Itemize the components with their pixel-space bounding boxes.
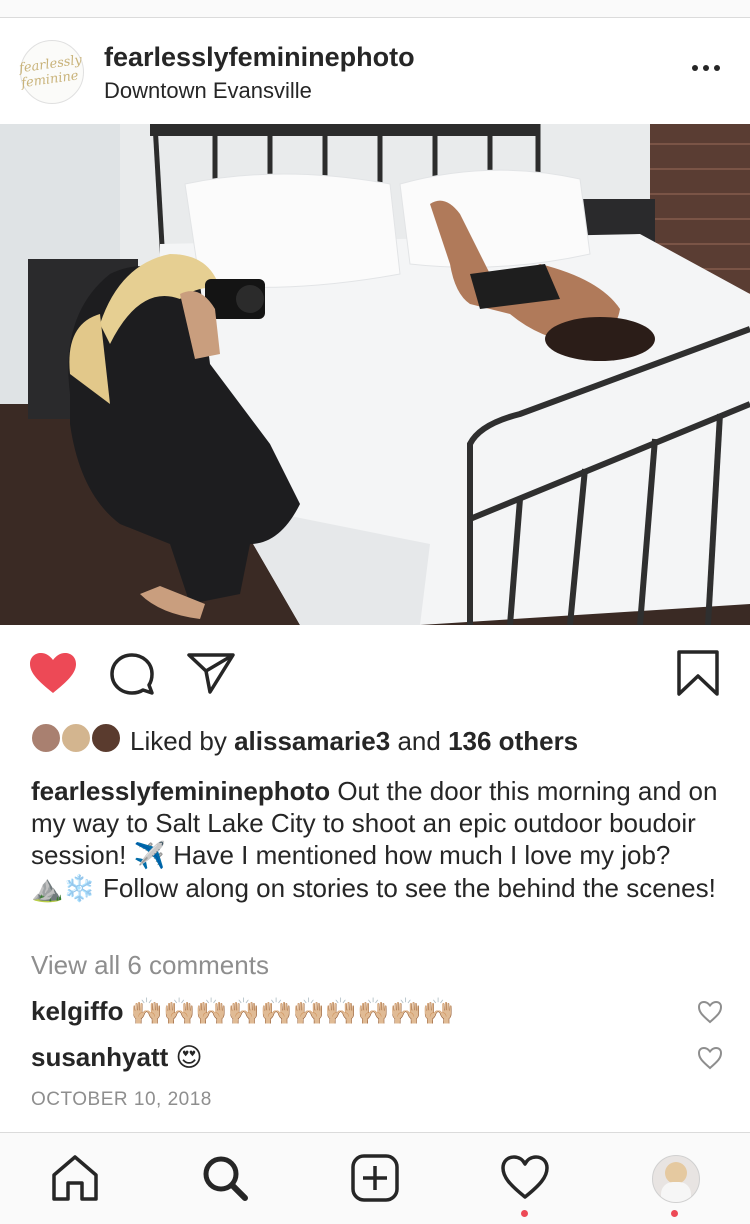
bottom-tab-bar	[0, 1132, 750, 1224]
comment-username[interactable]: susanhyatt	[31, 1042, 168, 1072]
activity-notification-dot	[521, 1210, 528, 1217]
profile-avatar[interactable]	[652, 1155, 700, 1203]
post-location[interactable]: Downtown Evansville	[104, 78, 312, 104]
liker-avatar	[90, 722, 122, 754]
comment-text: 😍	[175, 1043, 203, 1073]
post-caption: fearlesslyfemininephoto Out the door thi…	[31, 775, 721, 905]
comment-like-icon[interactable]	[697, 1000, 723, 1024]
paper-plane-icon[interactable]	[186, 651, 236, 695]
bookmark-icon[interactable]	[676, 649, 720, 697]
search-icon[interactable]	[200, 1153, 250, 1203]
comment-bubble-icon[interactable]	[108, 651, 156, 697]
likes-user[interactable]: alissamarie3	[234, 726, 390, 756]
comment-text: 🙌🏼🙌🏼🙌🏼🙌🏼🙌🏼🙌🏼🙌🏼🙌🏼🙌🏼🙌🏼	[130, 997, 455, 1027]
comment-row: kelgiffo 🙌🏼🙌🏼🙌🏼🙌🏼🙌🏼🙌🏼🙌🏼🙌🏼🙌🏼🙌🏼	[31, 996, 454, 1027]
activity-icon[interactable]	[500, 1153, 550, 1203]
caption-text-3: Follow along on stories to see the behin…	[102, 873, 716, 903]
airplane-emoji: ✈️	[133, 841, 166, 871]
comment-row: susanhyatt 😍	[31, 1042, 203, 1073]
likes-connector: and	[397, 726, 441, 756]
view-all-comments-link[interactable]: View all 6 comments	[31, 950, 269, 981]
likes-row[interactable]: Liked by alissamarie3 and 136 others	[30, 722, 730, 762]
status-bar-edge	[0, 0, 750, 18]
post-actions	[0, 625, 750, 725]
profile-avatar[interactable]: fearlessly feminine	[18, 40, 84, 104]
caption-username[interactable]: fearlesslyfemininephoto	[31, 776, 330, 806]
avatar-logo: fearlessly feminine	[18, 52, 84, 92]
liker-avatar	[30, 722, 62, 754]
heart-filled-icon[interactable]	[28, 651, 78, 695]
post-header: fearlessly feminine fearlesslyfeminineph…	[0, 18, 750, 124]
caption-text-2: Have I mentioned how much I love my job?	[173, 840, 671, 870]
post-photo[interactable]	[0, 124, 750, 625]
profile-notification-dot	[671, 1210, 678, 1217]
more-options-icon[interactable]	[688, 56, 724, 80]
post-date: OCTOBER 10, 2018	[31, 1089, 212, 1110]
comment-username[interactable]: kelgiffo	[31, 996, 123, 1026]
comment-like-icon[interactable]	[697, 1046, 723, 1070]
liker-avatar	[60, 722, 92, 754]
home-icon[interactable]	[50, 1153, 100, 1203]
mountain-snowflake-emoji: ⛰️❄️	[31, 874, 96, 904]
new-post-icon[interactable]	[350, 1153, 400, 1203]
likes-summary: Liked by alissamarie3 and 136 others	[130, 726, 578, 757]
likes-prefix: Liked by	[130, 726, 227, 756]
likes-others[interactable]: 136 others	[448, 726, 578, 756]
post-username[interactable]: fearlesslyfemininephoto	[104, 42, 415, 73]
